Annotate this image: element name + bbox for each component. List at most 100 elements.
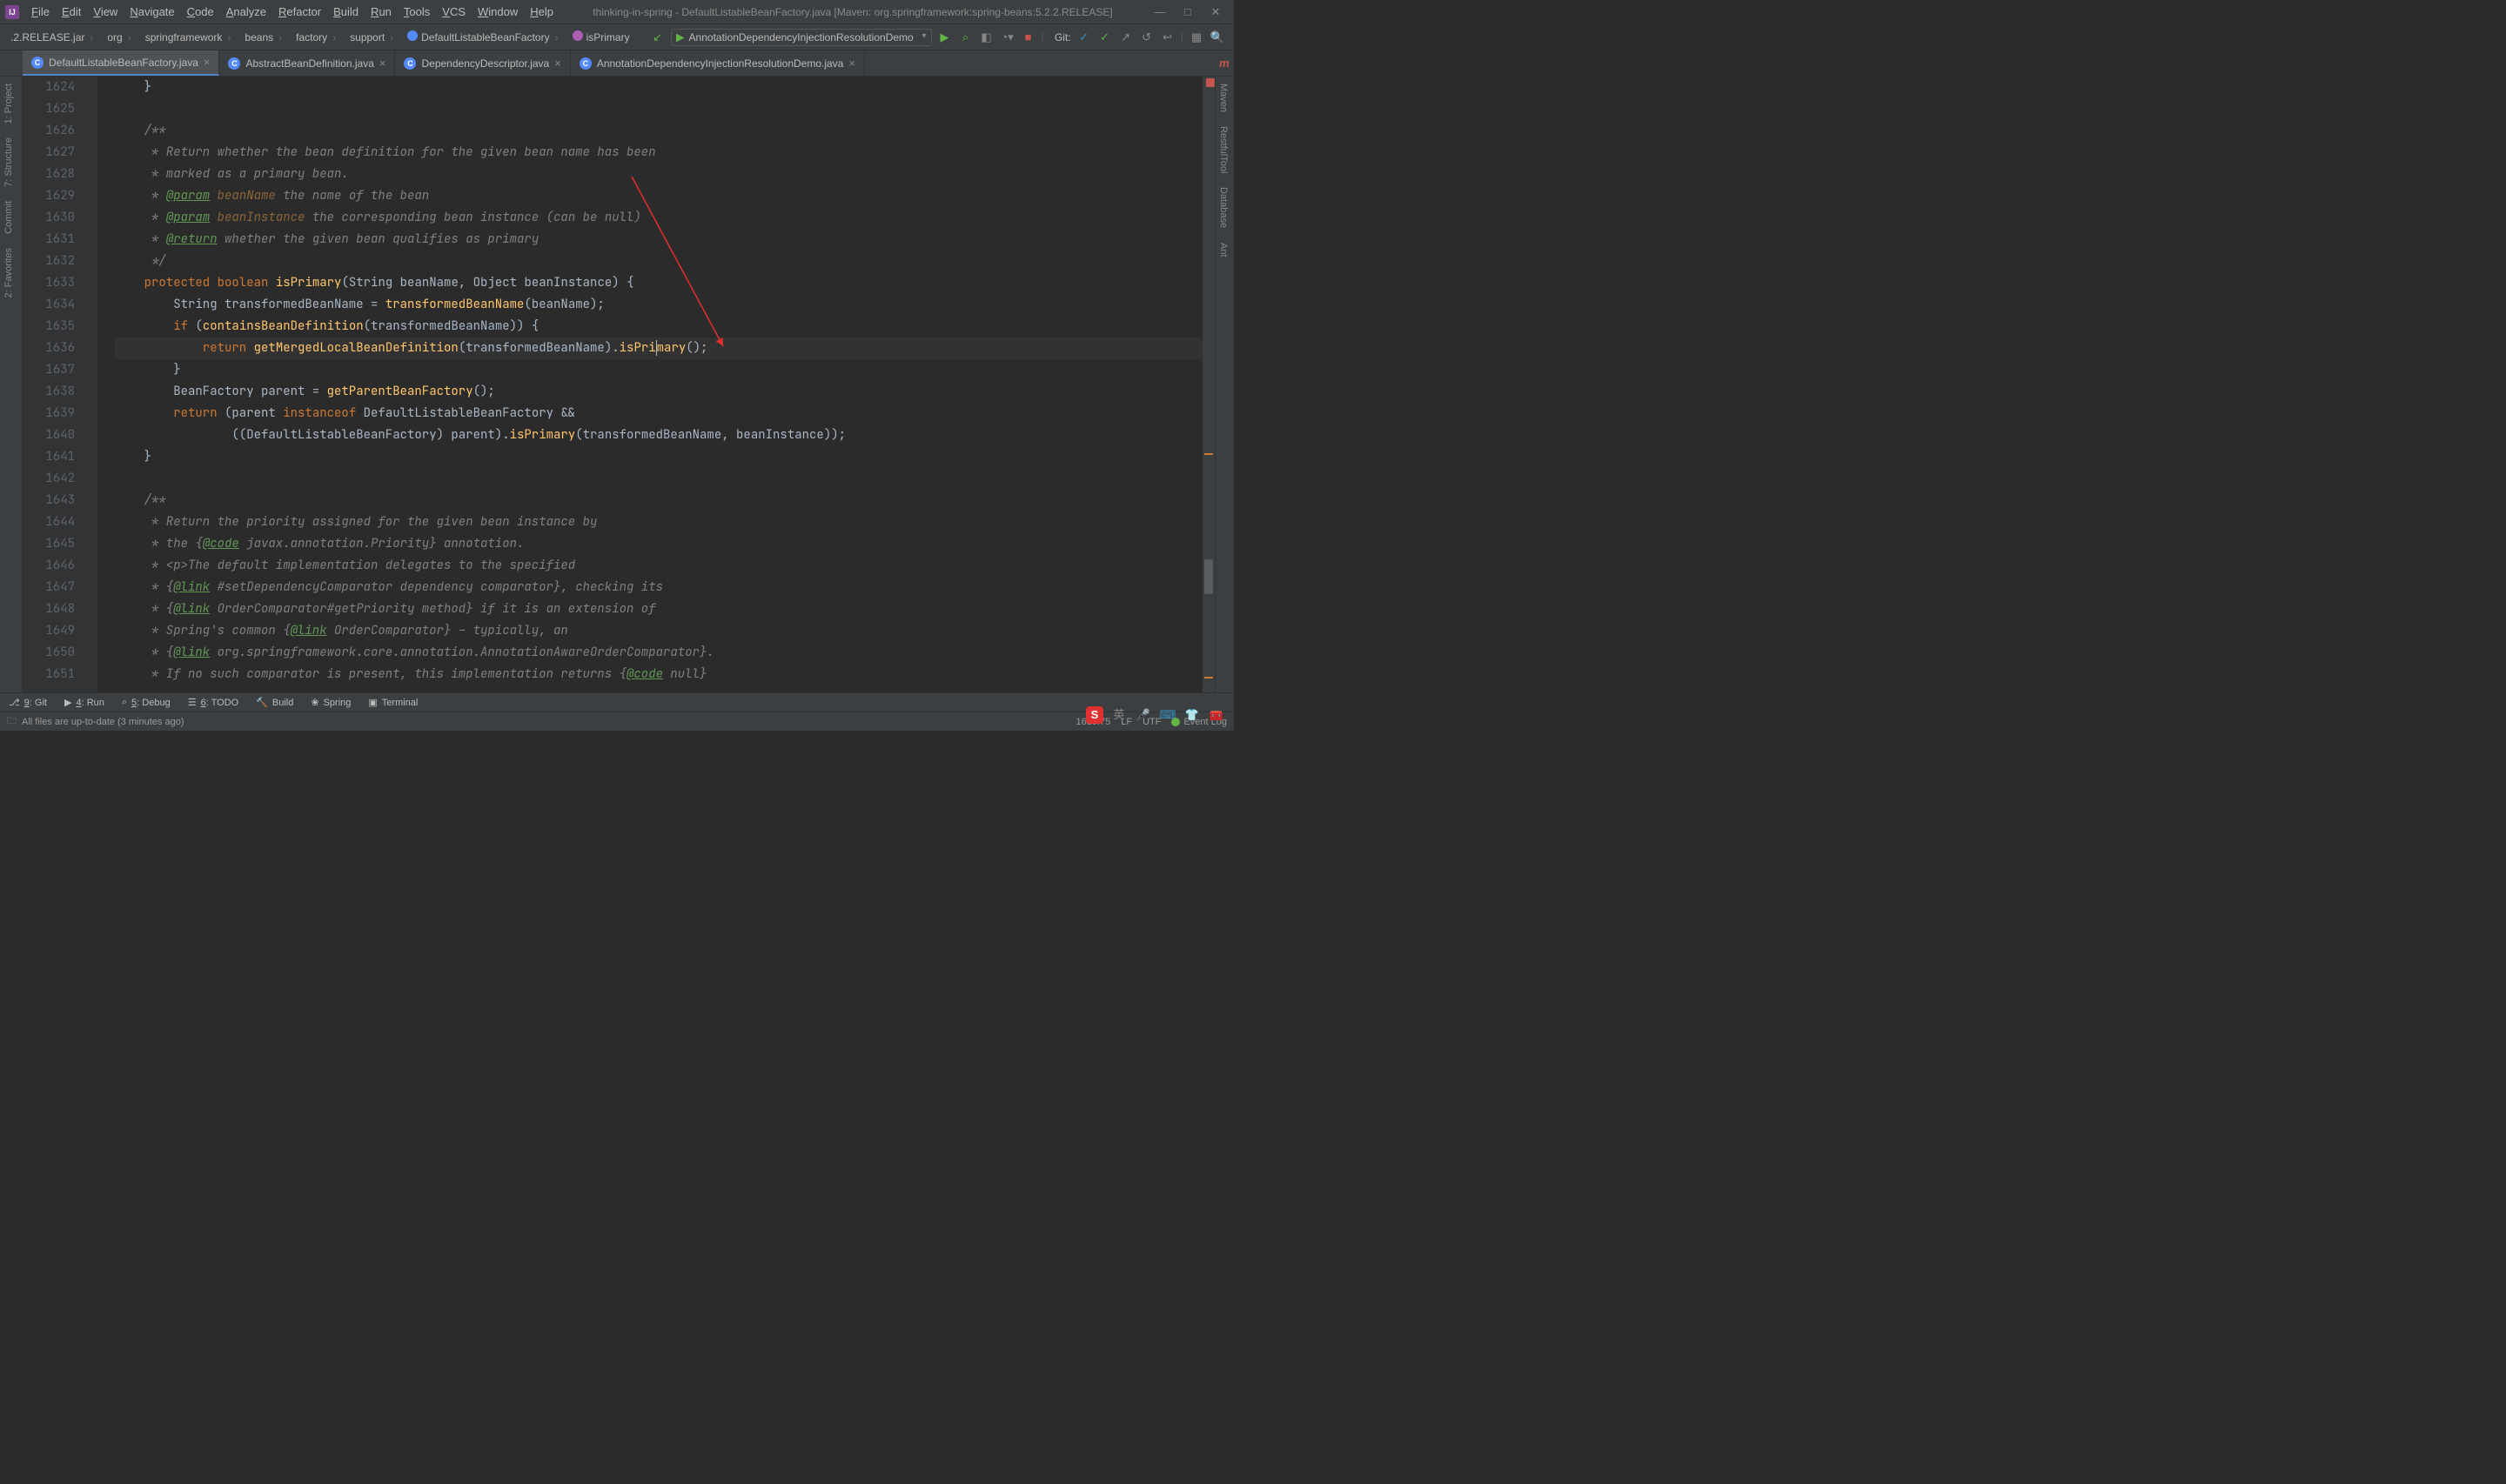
search-icon[interactable]: 🔍 bbox=[1209, 30, 1225, 45]
git-history-icon[interactable]: ↺ bbox=[1139, 30, 1155, 45]
menu-tools[interactable]: Tools bbox=[399, 3, 435, 20]
git-push-icon[interactable]: ↗ bbox=[1118, 30, 1134, 45]
code-line[interactable]: return (parent instanceof DefaultListabl… bbox=[115, 403, 1215, 424]
ime-toolbox-icon[interactable]: 🧰 bbox=[1208, 706, 1225, 724]
code-line[interactable]: * the {@code javax.annotation.Priority} … bbox=[115, 533, 1215, 555]
code-line[interactable]: * <p>The default implementation delegate… bbox=[115, 555, 1215, 577]
breadcrumb-segment[interactable]: support bbox=[343, 30, 400, 45]
code-line[interactable]: /** bbox=[115, 490, 1215, 511]
menu-help[interactable]: Help bbox=[525, 3, 559, 20]
tool-tab-run[interactable]: ▶4: Run bbox=[56, 697, 113, 708]
menu-edit[interactable]: Edit bbox=[57, 3, 86, 20]
menu-window[interactable]: Window bbox=[472, 3, 523, 20]
tool-tab-build[interactable]: 🔨Build bbox=[247, 697, 302, 708]
tool-window-ant[interactable]: Ant bbox=[1216, 236, 1231, 264]
ime-mic-icon[interactable]: 🎤 bbox=[1135, 706, 1152, 724]
tool-window-favorites[interactable]: 2: Favorites bbox=[0, 241, 17, 304]
run-button[interactable]: ▶ bbox=[937, 30, 953, 45]
settings-icon[interactable]: ▦ bbox=[1189, 30, 1204, 45]
scrollbar-thumb[interactable] bbox=[1204, 559, 1213, 594]
menu-refactor[interactable]: Refactor bbox=[273, 3, 326, 20]
code-line[interactable]: */ bbox=[115, 251, 1215, 272]
breadcrumb-segment[interactable]: org bbox=[100, 30, 137, 45]
code-content[interactable]: } /** * Return whether the bean definiti… bbox=[97, 77, 1215, 692]
close-tab-icon[interactable]: × bbox=[554, 57, 561, 70]
tool-window-restfultool[interactable]: RestfulTool bbox=[1216, 119, 1231, 180]
code-line[interactable]: * @param beanInstance the corresponding … bbox=[115, 207, 1215, 229]
tool-window-commit[interactable]: Commit bbox=[0, 194, 17, 241]
tool-tab-debug[interactable]: ⌕5: Debug bbox=[113, 697, 179, 708]
minimize-button[interactable]: — bbox=[1154, 5, 1166, 19]
menu-build[interactable]: Build bbox=[328, 3, 364, 20]
code-line[interactable]: if (containsBeanDefinition(transformedBe… bbox=[115, 316, 1215, 338]
ime-skin-icon[interactable]: 👕 bbox=[1183, 706, 1201, 724]
code-line[interactable]: * If no such comparator is present, this… bbox=[115, 664, 1215, 685]
profile-button[interactable]: ◔▾ bbox=[1000, 30, 1015, 45]
close-tab-icon[interactable]: × bbox=[379, 57, 386, 70]
tool-window-maven[interactable]: Maven bbox=[1216, 77, 1231, 119]
code-line[interactable]: * Return whether the bean definition for… bbox=[115, 142, 1215, 164]
debug-button[interactable]: ⌕ bbox=[958, 30, 974, 45]
close-tab-icon[interactable]: × bbox=[204, 56, 211, 69]
git-commit-icon[interactable]: ✓ bbox=[1097, 30, 1113, 45]
ime-icon[interactable]: S bbox=[1086, 706, 1103, 724]
code-line[interactable]: * @param beanName the name of the bean bbox=[115, 185, 1215, 207]
git-update-icon[interactable]: ✓ bbox=[1076, 30, 1092, 45]
editor-tab[interactable]: CAbstractBeanDefinition.java× bbox=[219, 50, 395, 76]
editor-tab[interactable]: CAnnotationDependencyInjectionResolution… bbox=[571, 50, 865, 76]
ime-keyboard-icon[interactable]: ⌨ bbox=[1159, 706, 1176, 724]
code-line[interactable]: * Return the priority assigned for the g… bbox=[115, 511, 1215, 533]
close-button[interactable]: ✕ bbox=[1209, 5, 1222, 19]
editor-area[interactable]: 1624162516261627162816291630163116321633… bbox=[23, 77, 1215, 692]
code-line[interactable]: * marked as a primary bean. bbox=[115, 164, 1215, 185]
menu-analyze[interactable]: Analyze bbox=[221, 3, 271, 20]
menu-navigate[interactable]: Navigate bbox=[124, 3, 179, 20]
code-line[interactable]: } bbox=[115, 359, 1215, 381]
code-line[interactable]: protected boolean isPrimary(String beanN… bbox=[115, 272, 1215, 294]
tool-window-structure[interactable]: 7: Structure bbox=[0, 130, 17, 194]
breadcrumb-segment[interactable]: beans bbox=[238, 30, 289, 45]
editor-tab[interactable]: CDefaultListableBeanFactory.java× bbox=[23, 50, 219, 76]
code-line[interactable]: * {@link #setDependencyComparator depend… bbox=[115, 577, 1215, 598]
build-icon[interactable]: ↙ bbox=[650, 30, 666, 45]
close-tab-icon[interactable]: × bbox=[848, 57, 855, 70]
menu-view[interactable]: View bbox=[88, 3, 123, 20]
ime-lang-icon[interactable]: 英 bbox=[1110, 706, 1128, 724]
tool-tab-todo[interactable]: ☰6: TODO bbox=[179, 697, 248, 708]
breadcrumb-segment[interactable]: isPrimary bbox=[566, 29, 637, 45]
code-line[interactable]: * {@link OrderComparator#getPriority met… bbox=[115, 598, 1215, 620]
menu-file[interactable]: File bbox=[26, 3, 55, 20]
code-line[interactable]: * Spring's common {@link OrderComparator… bbox=[115, 620, 1215, 642]
editor-scrollbar[interactable] bbox=[1203, 77, 1215, 692]
editor-tab[interactable]: CDependencyDescriptor.java× bbox=[395, 50, 570, 76]
menu-run[interactable]: Run bbox=[365, 3, 397, 20]
coverage-button[interactable]: ◧ bbox=[979, 30, 995, 45]
code-line[interactable]: String transformedBeanName = transformed… bbox=[115, 294, 1215, 316]
code-line[interactable] bbox=[115, 468, 1215, 490]
stop-button[interactable]: ■ bbox=[1021, 30, 1036, 45]
run-config-selector[interactable]: AnnotationDependencyInjectionResolutionD… bbox=[671, 29, 932, 46]
code-line[interactable]: return getMergedLocalBeanDefinition(tran… bbox=[115, 338, 1215, 359]
code-line[interactable]: ((DefaultListableBeanFactory) parent).is… bbox=[115, 424, 1215, 446]
breadcrumb-segment[interactable]: springframework bbox=[138, 30, 238, 45]
code-line[interactable]: * @return whether the given bean qualifi… bbox=[115, 229, 1215, 251]
maven-tool-icon[interactable]: m bbox=[1215, 50, 1234, 76]
code-line[interactable]: * {@link org.springframework.core.annota… bbox=[115, 642, 1215, 664]
git-rollback-icon[interactable]: ↩ bbox=[1160, 30, 1176, 45]
menu-code[interactable]: Code bbox=[182, 3, 219, 20]
menu-vcs[interactable]: VCS bbox=[437, 3, 471, 20]
breadcrumb-segment[interactable]: factory bbox=[289, 30, 343, 45]
breadcrumb-segment[interactable]: .2.RELEASE.jar bbox=[3, 30, 100, 45]
tool-tab-spring[interactable]: ❀Spring bbox=[302, 697, 359, 708]
code-line[interactable]: } bbox=[115, 77, 1215, 98]
tool-window-project[interactable]: 1: Project bbox=[0, 77, 17, 130]
code-line[interactable] bbox=[115, 98, 1215, 120]
code-line[interactable]: /** bbox=[115, 120, 1215, 142]
code-line[interactable]: BeanFactory parent = getParentBeanFactor… bbox=[115, 381, 1215, 403]
code-line[interactable]: } bbox=[115, 446, 1215, 468]
maximize-button[interactable]: □ bbox=[1182, 5, 1194, 19]
tool-tab-terminal[interactable]: ▣Terminal bbox=[359, 697, 426, 708]
tool-window-database[interactable]: Database bbox=[1216, 180, 1231, 235]
breadcrumb-segment[interactable]: DefaultListableBeanFactory bbox=[400, 29, 565, 45]
tool-tab-git[interactable]: ⎇9: Git bbox=[0, 697, 56, 708]
